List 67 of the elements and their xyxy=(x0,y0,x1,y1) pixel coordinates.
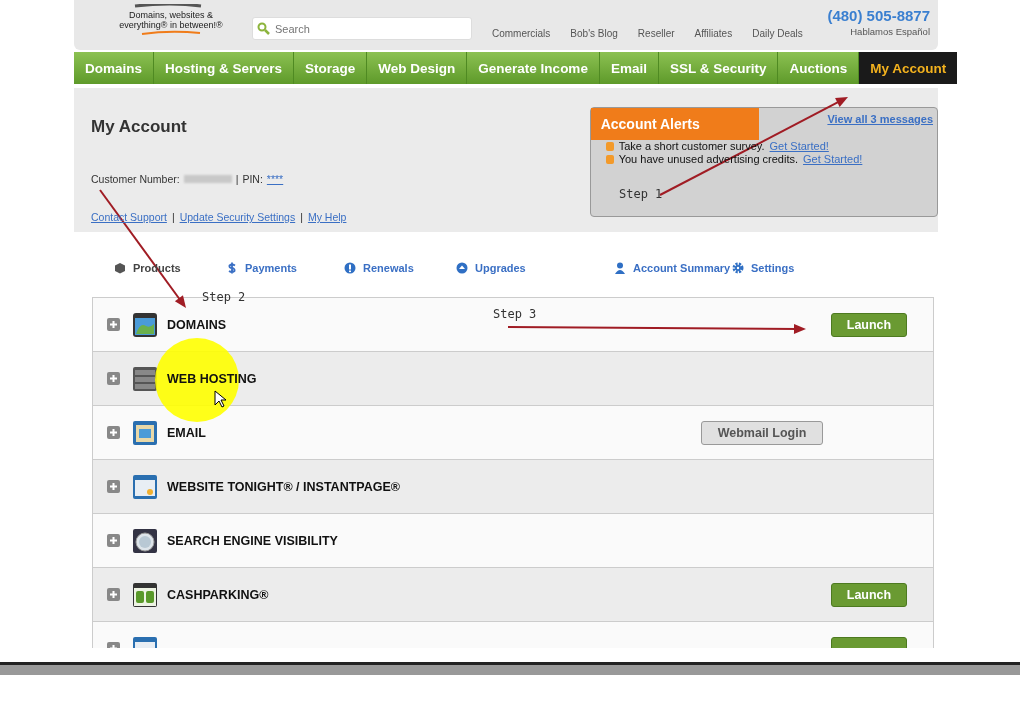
nav-tab[interactable]: Storage xyxy=(294,52,368,84)
product-name: SEARCH ENGINE VISIBILITY xyxy=(167,533,338,548)
separator: | xyxy=(300,211,303,223)
expand-icon[interactable] xyxy=(107,372,120,385)
language-note: Hablamos Español xyxy=(849,26,930,37)
expand-icon[interactable] xyxy=(107,534,120,547)
server-icon xyxy=(132,365,158,392)
header-link[interactable]: Affiliates xyxy=(686,28,745,39)
nav-tab[interactable]: SSL & Security xyxy=(658,52,779,84)
logo-tagline: Domains, websites & everything® in between!® xyxy=(118,10,224,30)
account-link[interactable]: My Help xyxy=(307,211,347,223)
swoosh-icon xyxy=(140,30,202,36)
nav-tab[interactable]: Hosting & Servers xyxy=(154,52,295,84)
webmail-button[interactable]: Webmail Login xyxy=(701,420,823,445)
alert-link[interactable]: Get Started! xyxy=(803,153,863,166)
cash-icon xyxy=(132,581,158,608)
nav-tab[interactable]: Generate Income xyxy=(467,52,600,84)
account-link[interactable]: Update Security Settings xyxy=(179,211,296,223)
expand-icon[interactable] xyxy=(107,480,120,493)
header-link[interactable]: Daily Deals xyxy=(744,28,815,39)
messages-link[interactable]: View all 3 messages xyxy=(827,113,933,125)
pin-link[interactable]: **** xyxy=(266,173,284,185)
step-label: Step 1 xyxy=(619,187,663,201)
lens-icon xyxy=(132,527,158,554)
alert-link[interactable]: Get Started! xyxy=(769,140,829,153)
expand-icon[interactable] xyxy=(107,588,120,601)
launch-button[interactable]: Launch xyxy=(831,582,907,607)
section-tab[interactable]: Upgrades xyxy=(456,262,614,274)
page-title: My Account xyxy=(91,117,188,137)
browser-window-icon xyxy=(132,473,158,500)
box-icon xyxy=(114,262,126,274)
nav-tab[interactable]: Email xyxy=(599,52,659,84)
section-tab[interactable]: Settings xyxy=(732,262,850,274)
step-label: Step 2 xyxy=(202,290,246,304)
blurred-number xyxy=(183,175,232,183)
section-tab[interactable]: Account Summary xyxy=(614,262,732,274)
nav-tab[interactable]: Web Design xyxy=(367,52,468,84)
field-label: Customer Number: xyxy=(91,173,180,185)
mail-icon xyxy=(132,419,158,446)
phone-number: (480) 505-8877 xyxy=(827,7,930,24)
launch-button[interactable]: Launch xyxy=(831,312,907,337)
settings-icon xyxy=(732,262,744,274)
header-link[interactable]: Commercials xyxy=(484,28,563,39)
separator: | xyxy=(235,173,239,185)
expand-icon[interactable] xyxy=(107,318,120,331)
product-name: DOMAINS xyxy=(167,317,227,332)
globe-icon xyxy=(132,311,158,338)
step-label: Step 3 xyxy=(493,307,537,321)
search-field[interactable]: Search xyxy=(252,17,472,40)
dollar-icon xyxy=(226,262,238,274)
exclamation-icon xyxy=(344,262,356,274)
product-name: CASHPARKING® xyxy=(167,587,269,602)
field-label: PIN: xyxy=(242,173,263,185)
product-name: WEBSITE TONIGHT® / INSTANTPAGE® xyxy=(167,479,400,494)
panel-header: Account Alerts xyxy=(590,108,759,140)
header-link[interactable]: Reseller xyxy=(629,28,687,39)
section-tab[interactable]: Payments xyxy=(226,262,344,274)
section-tab[interactable]: Renewals xyxy=(344,262,456,274)
nav-tab[interactable]: My Account xyxy=(859,52,958,84)
person-icon xyxy=(614,262,626,274)
separator: | xyxy=(171,211,175,223)
expand-icon[interactable] xyxy=(107,426,120,439)
cursor-icon xyxy=(214,390,227,408)
header-link[interactable]: Bob's Blog xyxy=(562,28,630,39)
nav-tab[interactable]: Domains xyxy=(74,52,154,84)
search-icon xyxy=(257,22,270,35)
product-name: EMAIL xyxy=(167,425,206,440)
